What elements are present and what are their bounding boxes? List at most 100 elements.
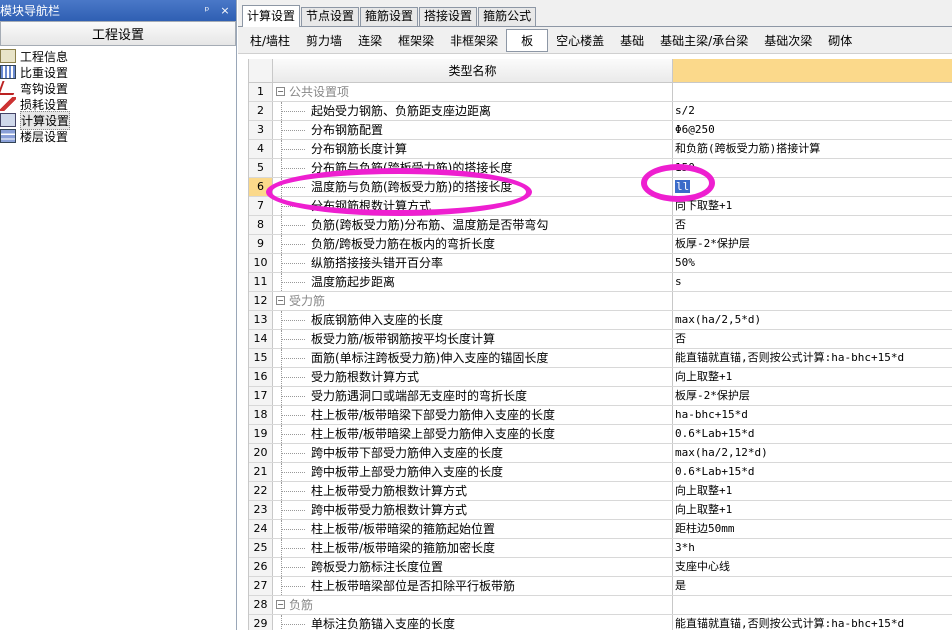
value-cell[interactable]: 0.6*Lab+15*d [673,425,952,443]
subtab[interactable]: 基础次梁 [756,30,820,51]
subtab[interactable]: 基础主梁/承台梁 [652,30,756,51]
value-cell[interactable]: 距柱边50mm [673,520,952,538]
value-cell[interactable]: 板厚-2*保护层 [673,235,952,253]
table-row[interactable]: 16 受力筋根数计算方式 向上取整+1 [249,368,952,387]
table-row[interactable]: 21 跨中板带上部受力筋伸入支座的长度 0.6*Lab+15*d [249,463,952,482]
tree-line [281,254,311,272]
table-row[interactable]: 10 纵筋搭接接头错开百分率 50% [249,254,952,273]
value-cell[interactable]: ha-bhc+15*d [673,406,952,424]
nav-item[interactable]: 弯钩设置 [0,80,236,96]
row-number: 26 [249,558,273,576]
close-icon[interactable]: × [218,4,232,18]
subtab[interactable]: 非框架梁 [442,30,506,51]
row-number: 2 [249,102,273,120]
type-name-cell: 分布钢筋根数计算方式 [273,197,673,215]
table-row[interactable]: 23 跨中板带受力筋根数计算方式 向上取整+1 [249,501,952,520]
pin-icon[interactable]: ᵖ [200,4,214,18]
subtab[interactable]: 基础 [612,30,652,51]
value-cell[interactable] [673,596,952,614]
table-row[interactable]: 19 柱上板带/板带暗梁上部受力筋伸入支座的长度 0.6*Lab+15*d [249,425,952,444]
value-cell[interactable]: 能直锚就直锚,否则按公式计算:ha-bhc+15*d [673,349,952,367]
type-name-cell: 纵筋搭接接头错开百分率 [273,254,673,272]
row-number: 16 [249,368,273,386]
value-cell[interactable]: 支座中心线 [673,558,952,576]
pen-icon [0,97,16,111]
value-cell[interactable]: s [673,273,952,291]
table-row[interactable]: 22 柱上板带受力筋根数计算方式 向上取整+1 [249,482,952,501]
collapse-icon[interactable]: − [276,600,285,609]
value-text: max(ha/2,5*d) [675,313,762,326]
value-cell[interactable]: 板厚-2*保护层 [673,387,952,405]
value-cell[interactable]: 3*h [673,539,952,557]
table-row[interactable]: 7 分布钢筋根数计算方式 向下取整+1 [249,197,952,216]
tab[interactable]: 节点设置 [301,7,360,26]
row-number: 29 [249,615,273,630]
table-row[interactable]: 25 柱上板带/板带暗梁的箍筋加密长度 3*h [249,539,952,558]
collapse-icon[interactable]: − [276,296,285,305]
table-row[interactable]: 6 温度筋与负筋(跨板受力筋)的搭接长度 ll [249,178,952,197]
value-cell[interactable] [673,83,952,101]
table-row[interactable]: 18 柱上板带/板带暗梁下部受力筋伸入支座的长度 ha-bhc+15*d [249,406,952,425]
group-row[interactable]: 12− 受力筋 [249,292,952,311]
subtab[interactable]: 空心楼盖 [548,30,612,51]
value-cell[interactable]: 向上取整+1 [673,482,952,500]
value-cell[interactable]: Φ6@250 [673,121,952,139]
table-row[interactable]: 4 分布钢筋长度计算 和负筋(跨板受力筋)搭接计算 [249,140,952,159]
table-row[interactable]: 20 跨中板带下部受力筋伸入支座的长度 max(ha/2,12*d) [249,444,952,463]
table-row[interactable]: 8 负筋(跨板受力筋)分布筋、温度筋是否带弯勾 否 [249,216,952,235]
value-cell[interactable]: 150 [673,159,952,177]
subtab[interactable]: 框架梁 [390,30,442,51]
table-row[interactable]: 24 柱上板带/板带暗梁的箍筋起始位置 距柱边50mm [249,520,952,539]
value-cell[interactable]: 能直锚就直锚,否则按公式计算:ha-bhc+15*d [673,615,952,630]
value-cell[interactable]: 50% [673,254,952,272]
table-row[interactable]: 26 跨板受力筋标注长度位置 支座中心线 [249,558,952,577]
table-row[interactable]: 27 柱上板带暗梁部位是否扣除平行板带筋 是 [249,577,952,596]
nav-item[interactable]: 工程信息 [0,48,236,64]
table-row[interactable]: 9 负筋/跨板受力筋在板内的弯折长度 板厚-2*保护层 [249,235,952,254]
subtab[interactable]: 柱/墙柱 [242,30,298,51]
subtab[interactable]: 板 [506,28,549,52]
table-row[interactable]: 3 分布钢筋配置 Φ6@250 [249,121,952,140]
tab[interactable]: 计算设置 [242,5,301,27]
value-cell[interactable]: 向上取整+1 [673,368,952,386]
nav-section-header[interactable]: 工程设置 [0,21,236,46]
subtab[interactable]: 砌体 [820,30,860,51]
table-row[interactable]: 11 温度筋起步距离 s [249,273,952,292]
table-row[interactable]: 15 面筋(单标注跨板受力筋)伸入支座的锚固长度 能直锚就直锚,否则按公式计算:ha… [249,349,952,368]
value-cell[interactable]: ll [673,178,952,196]
type-name-cell: 板受力筋/板带钢筋按平均长度计算 [273,330,673,348]
table-row[interactable]: 2 起始受力钢筋、负筋距支座边距离 s/2 [249,102,952,121]
row-number: 7 [249,197,273,215]
tab[interactable]: 箍筋公式 [478,7,537,26]
tab[interactable]: 箍筋设置 [360,7,419,26]
value-cell[interactable]: 否 [673,330,952,348]
table-row[interactable]: 13 板底钢筋伸入支座的长度 max(ha/2,5*d) [249,311,952,330]
subtab[interactable]: 连梁 [350,30,390,51]
collapse-icon[interactable]: − [276,87,285,96]
value-cell[interactable]: max(ha/2,12*d) [673,444,952,462]
value-cell[interactable]: s/2 [673,102,952,120]
nav-item[interactable]: 楼层设置 [0,128,236,144]
table-row[interactable]: 29 单标注负筋锚入支座的长度 能直锚就直锚,否则按公式计算:ha-bhc+15*d [249,615,952,630]
value-cell[interactable]: max(ha/2,5*d) [673,311,952,329]
tree-line [281,178,311,196]
subtab[interactable]: 剪力墙 [298,30,350,51]
tab[interactable]: 搭接设置 [419,7,478,26]
nav-item[interactable]: 比重设置 [0,64,236,80]
value-cell[interactable]: 0.6*Lab+15*d [673,463,952,481]
type-name-cell: 温度筋与负筋(跨板受力筋)的搭接长度 [273,178,673,196]
group-row[interactable]: 28− 负筋 [249,596,952,615]
table-row[interactable]: 17 受力筋遇洞口或端部无支座时的弯折长度 板厚-2*保护层 [249,387,952,406]
value-cell[interactable]: 是 [673,577,952,595]
value-cell[interactable]: 否 [673,216,952,234]
tree-line [281,216,311,234]
value-cell[interactable] [673,292,952,310]
tree-line [281,197,311,215]
value-cell[interactable]: 和负筋(跨板受力筋)搭接计算 [673,140,952,158]
nav-item[interactable]: 计算设置 [0,110,236,130]
value-cell[interactable]: 向下取整+1 [673,197,952,215]
value-cell[interactable]: 向上取整+1 [673,501,952,519]
table-row[interactable]: 14 板受力筋/板带钢筋按平均长度计算 否 [249,330,952,349]
table-row[interactable]: 5 分布筋与负筋(跨板受力筋)的搭接长度 150 [249,159,952,178]
group-row[interactable]: 1− 公共设置项 [249,83,952,102]
